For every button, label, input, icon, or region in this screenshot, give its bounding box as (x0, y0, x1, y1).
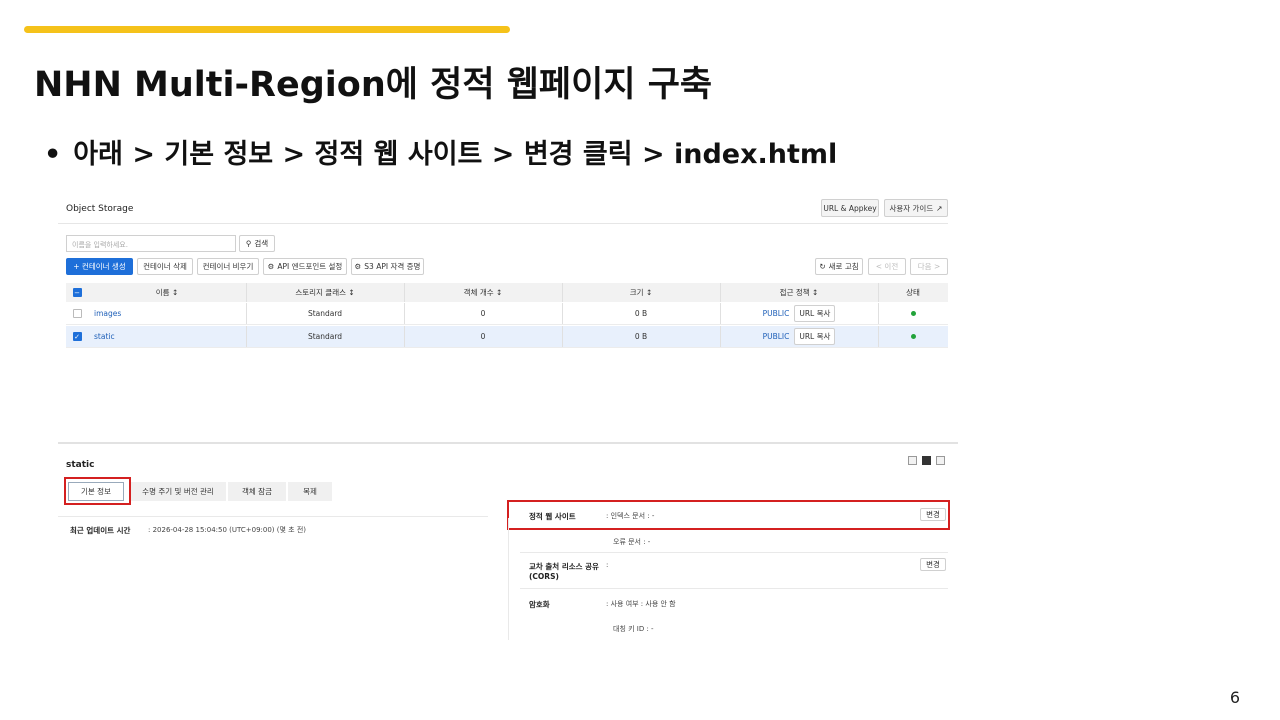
search-button[interactable]: ⚲ 검색 (239, 235, 275, 252)
detail-panel-divider[interactable] (58, 442, 958, 444)
column-header-access-policy[interactable]: 접근 정책 ↕ (720, 283, 878, 302)
encryption-usage-value: : 사용 여부 : 사용 안 함 (606, 600, 676, 608)
highlight-box-static-website (507, 500, 950, 530)
panel-divider (508, 518, 509, 640)
section-divider (520, 588, 948, 589)
empty-container-button[interactable]: 컨테이너 비우기 (197, 258, 259, 275)
select-all-checkbox[interactable]: − (72, 288, 82, 297)
change-label: 변경 (926, 560, 940, 569)
delete-container-button[interactable]: 컨테이너 삭제 (137, 258, 193, 275)
slide-title: NHN Multi-Region에 정적 웹페이지 구축 (34, 65, 713, 105)
container-name-link[interactable]: static (94, 326, 115, 347)
refresh-icon: ↻ (819, 262, 826, 271)
search-icon: ⚲ (245, 239, 252, 248)
next-page-button[interactable]: 다음 > (910, 258, 948, 275)
refresh-label: 새로 고침 (828, 262, 859, 271)
delete-container-label: 컨테이너 삭제 (143, 262, 187, 271)
object-storage-screenshot: Object Storage URL & Appkey 사용자 가이드 ↗ 이름을… (58, 190, 958, 640)
gear-icon: ⚙ (354, 262, 362, 271)
symmetric-key-value: 대칭 키 ID : - (613, 625, 654, 633)
section-divider (520, 552, 948, 553)
service-title: Object Storage (66, 204, 134, 214)
prev-page-label: < 이전 (875, 262, 899, 271)
instruction-text: 아래 > 기본 정보 > 정적 웹 사이트 > 변경 클릭 > index.ht… (73, 139, 838, 170)
external-link-icon: ↗ (936, 203, 943, 213)
table-row[interactable]: images Standard 0 0 B PUBLIC URL 복사 (66, 303, 948, 325)
storage-class-cell: Standard (307, 309, 343, 318)
url-appkey-button[interactable]: URL & Appkey (821, 199, 879, 217)
public-badge: PUBLIC (762, 309, 790, 318)
create-container-label: + 컨테이너 생성 (73, 262, 126, 271)
bullet-dot: • (44, 139, 62, 170)
storage-class-cell: Standard (307, 332, 343, 341)
cors-label-sub: (CORS) (529, 572, 559, 581)
cors-colon: : (606, 561, 609, 569)
layout-split-icon[interactable] (922, 456, 931, 465)
detail-container-title: static (66, 460, 95, 470)
api-endpoint-button[interactable]: ⚙ API 엔드포인트 설정 (263, 258, 347, 275)
header-divider (58, 223, 948, 224)
column-header-status: 상태 (906, 288, 920, 297)
search-input[interactable]: 이름을 입력하세요. (66, 235, 236, 252)
search-button-label: 검색 (254, 239, 269, 248)
empty-container-label: 컨테이너 비우기 (202, 262, 254, 271)
object-count-cell: 0 (480, 332, 486, 341)
layout-toggle-group (908, 456, 945, 465)
url-copy-button[interactable]: URL 복사 (794, 328, 836, 345)
cors-change-button[interactable]: 변경 (920, 558, 946, 571)
url-copy-button[interactable]: URL 복사 (794, 305, 836, 322)
row-checkbox[interactable] (72, 309, 82, 318)
last-updated-label: 최근 업데이트 시간 (70, 526, 131, 535)
public-badge: PUBLIC (762, 332, 790, 341)
tab-lifecycle-versioning[interactable]: 수명 주기 및 버전 관리 (130, 482, 226, 501)
s3-credential-button[interactable]: ⚙ S3 API 자격 증명 (351, 258, 424, 275)
highlight-box-basic-info (64, 477, 131, 505)
layout-top-icon[interactable] (908, 456, 917, 465)
cors-label: 교차 출처 리소스 공유 (529, 562, 599, 571)
create-container-button[interactable]: + 컨테이너 생성 (66, 258, 133, 275)
row-checkbox[interactable]: ✓ (72, 332, 82, 341)
s3-credential-label: S3 API 자격 증명 (364, 262, 421, 271)
refresh-button[interactable]: ↻ 새로 고침 (815, 258, 863, 275)
api-endpoint-label: API 엔드포인트 설정 (277, 262, 343, 271)
column-header-object-count[interactable]: 객체 개수 ↕ (404, 283, 562, 302)
tab-object-lock[interactable]: 객체 잠금 (228, 482, 286, 501)
error-document-value: 오류 문서 : - (613, 538, 651, 546)
last-updated-value: : 2026-04-28 15:04:50 (UTC+09:00) (몇 초 전… (148, 526, 306, 534)
tab-replication[interactable]: 복제 (288, 482, 332, 501)
access-policy-cell: PUBLIC URL 복사 (720, 303, 878, 324)
object-count-cell: 0 (480, 309, 486, 318)
title-accent-bar (24, 26, 510, 33)
table-header: − 이름 ↕ 스토리지 클래스 ↕ 객체 개수 ↕ 크기 ↕ 접근 정책 ↕ 상… (66, 283, 948, 302)
size-cell: 0 B (634, 309, 648, 318)
prev-page-button[interactable]: < 이전 (868, 258, 906, 275)
page-number: 6 (1229, 688, 1240, 707)
user-guide-button[interactable]: 사용자 가이드 ↗ (884, 199, 948, 217)
section-divider (58, 516, 488, 517)
url-appkey-label: URL & Appkey (823, 203, 877, 213)
encryption-label: 암호화 (529, 600, 550, 609)
next-page-label: 다음 > (917, 262, 941, 271)
layout-bottom-icon[interactable] (936, 456, 945, 465)
gear-icon: ⚙ (267, 262, 275, 271)
status-indicator (910, 311, 916, 316)
column-header-size[interactable]: 크기 ↕ (562, 283, 720, 302)
column-header-storage-class[interactable]: 스토리지 클래스 ↕ (246, 283, 404, 302)
container-name-link[interactable]: images (94, 303, 121, 324)
status-indicator (910, 334, 916, 339)
instruction-bullet: • 아래 > 기본 정보 > 정적 웹 사이트 > 변경 클릭 > index.h… (44, 132, 837, 171)
access-policy-cell: PUBLIC URL 복사 (720, 326, 878, 347)
user-guide-label: 사용자 가이드 (889, 203, 934, 213)
size-cell: 0 B (634, 332, 648, 341)
table-row[interactable]: ✓ static Standard 0 0 B PUBLIC URL 복사 (66, 326, 948, 348)
column-header-name[interactable]: 이름 ↕ (88, 283, 246, 302)
